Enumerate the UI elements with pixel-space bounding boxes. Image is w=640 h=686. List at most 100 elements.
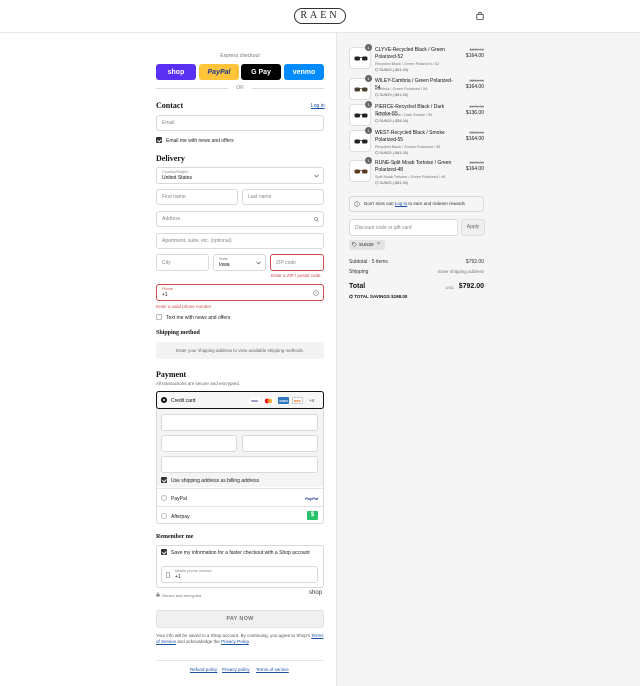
last-name-field[interactable]: Last name [242,189,324,205]
text-offers-checkbox[interactable] [156,314,162,320]
total-row: Total USD $792.00 [349,283,484,290]
afterpay-logo: $ [307,511,318,520]
refund-policy-link[interactable]: Refund policy [190,667,217,672]
product-variant: Recycled Black / Green Polarized / 52 [375,62,439,66]
site-header: RAEN [0,0,640,33]
google-pay-button[interactable]: G Pay [241,64,281,80]
shipping-label: Shipping [349,269,369,275]
svg-text:?: ? [315,291,317,295]
quantity-badge: 1 [365,157,372,164]
subtotal-label: Subtotal · 5 items [349,259,388,265]
zip-error: Enter a ZIP / postal code [271,273,321,278]
mobile-phone-value: +1 [175,574,181,580]
country-label: Country/Region [162,170,189,174]
card-name-field[interactable] [161,456,318,473]
terms-of-service-link[interactable]: Terms of service [256,667,289,672]
first-name-field[interactable]: First name [156,189,238,205]
subtotal-row: Subtotal · 5 items $792.00 [349,259,484,265]
address-field[interactable]: Address [156,211,324,227]
city-placeholder: City [162,259,171,266]
news-checkbox[interactable] [156,137,162,143]
express-checkout-title: Express checkout [220,53,260,59]
product-discount-text: SUN20 (-$41.00) [379,93,409,97]
product-old-price: $205.00 [469,78,484,83]
apartment-field[interactable]: Apartment, suite, etc. (optional) [156,233,324,249]
discover-icon: DISC [292,397,303,404]
privacy-policy-link[interactable]: Privacy policy [222,667,250,672]
savings-label: TOTAL SAVINGS [354,294,390,299]
search-icon [314,217,319,222]
mobile-phone-field[interactable]: Mobile phone number +1 [161,566,318,583]
sunglasses-icon [354,169,368,174]
last-name-placeholder: Last name [248,194,272,200]
mobile-phone-icon [166,572,170,578]
legal-text-1: Your info will be saved to a Shop accoun… [156,633,311,638]
payment-subtitle: All transactions are secure and encrypte… [156,381,241,386]
rewards-login-link[interactable]: Log in [395,201,407,206]
legal-text-2: and acknowledge the [177,639,220,644]
discount-placeholder: Discount code or gift card [355,224,412,231]
credit-card-label: Credit card [171,398,196,404]
cart-item: 1 RUNE-Split Moab Tortoise / Green Polar… [349,157,484,185]
product-price: $164.00 [465,84,484,90]
state-label: State [219,257,228,261]
cart-item: 1 WILEY-Cambria / Green Polarized-54 Cam… [349,75,484,100]
sunglasses-icon [354,139,368,144]
paypal-radio[interactable] [161,495,167,501]
afterpay-radio[interactable] [161,513,167,519]
cart-item: 1 WEST-Recycled Black / Smoke Polarized-… [349,127,484,155]
credit-card-radio[interactable] [161,397,167,403]
quantity-badge: 1 [365,75,372,82]
quantity-badge: 1 [365,101,372,108]
save-info-label: Save my information for a faster checkou… [171,550,310,556]
paypal-button[interactable]: PayPal [199,64,239,80]
subtotal-value: $792.00 [465,259,484,265]
product-discount: ⌬ SUN20 (-$34.00) [375,119,409,123]
country-select[interactable]: Country/Region United States [156,167,324,184]
discount-tag-label: SUN20 [359,242,374,247]
product-discount-text: SUN20 (-$41.00) [379,68,409,72]
card-number-field[interactable] [161,414,318,431]
raen-logo[interactable]: RAEN [294,8,346,24]
sunglasses-icon [354,87,368,92]
billing-address-checkbox[interactable] [161,477,167,483]
savings-tag-icon: ⌬ [349,294,353,299]
card-expiry-field[interactable] [161,435,237,452]
shipping-row: Shipping Enter shipping address [349,269,484,275]
phone-field[interactable]: Phone +1 ? [156,284,324,301]
remove-tag-icon[interactable]: × [377,241,380,247]
discount-code-field[interactable]: Discount code or gift card [349,219,458,236]
login-link[interactable]: Log in [311,103,325,109]
product-variant: Split Moab Tortoise / Green Polarized / … [375,175,446,179]
shopping-bag-icon[interactable] [476,12,484,20]
shipping-method-heading: Shipping method [156,330,200,336]
city-field[interactable]: City [156,254,209,271]
apply-button[interactable]: Apply [461,219,485,236]
or-divider: OR [156,85,324,91]
chevron-down-icon [314,174,319,178]
product-price: $136.00 [465,110,484,116]
billing-address-label: Use shipping address as billing address [171,478,260,484]
or-label: OR [236,85,244,91]
product-discount-text: SUN20 (-$41.00) [379,151,409,155]
quantity-badge: 1 [365,127,372,134]
venmo-button[interactable]: venmo [284,64,324,80]
email-field[interactable]: Email [156,115,324,131]
card-cvv-field[interactable] [242,435,318,452]
shop-pay-button[interactable]: shop [156,64,196,80]
product-variant: Cambria / Green Polarized / 54 [375,87,428,91]
savings-value: $198.00 [391,294,408,299]
zip-field[interactable]: ZIP code [270,254,324,271]
address-placeholder: Address [162,216,181,222]
afterpay-label: Afterpay [171,514,190,520]
save-info-checkbox[interactable] [161,549,167,555]
privacy-link[interactable]: Privacy Policy [221,639,249,644]
state-select[interactable]: State Iowa [213,254,266,271]
tag-icon [352,242,357,247]
phone-value: +1 [162,292,168,298]
pay-now-button[interactable]: PAY NOW [156,610,324,628]
footer-divider [156,660,324,661]
remember-me-heading: Remember me [156,534,194,540]
total-value: $792.00 [458,283,484,290]
help-icon[interactable]: ? [313,290,319,296]
